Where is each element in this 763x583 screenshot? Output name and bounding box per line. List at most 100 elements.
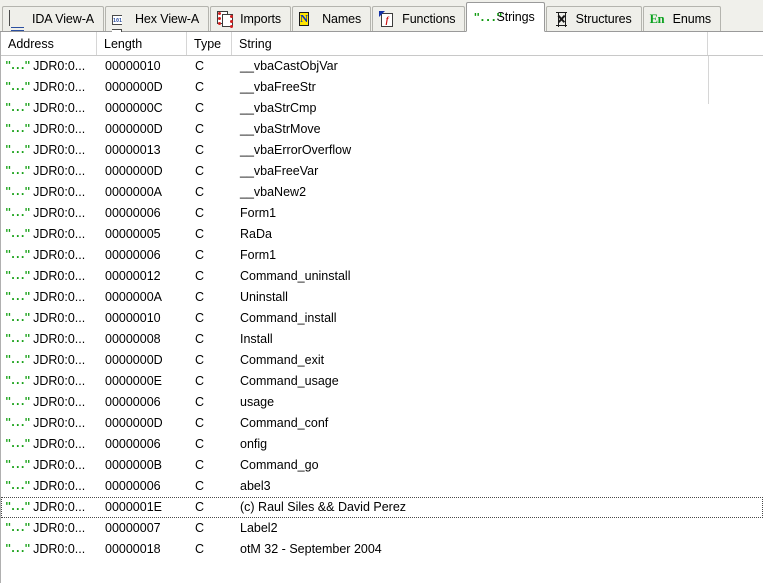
- table-row[interactable]: "..." JDR0:0... 0000000D C __vbaStrMove: [1, 119, 763, 140]
- cell-string: Command_usage: [240, 374, 339, 388]
- table-row[interactable]: "..." JDR0:0... 00000013 C __vbaErrorOverflo…: [1, 140, 763, 161]
- cell-type: C: [195, 101, 205, 115]
- table-row[interactable]: "..." JDR0:0... 00000006 Cusage: [1, 392, 763, 413]
- structures-icon: [553, 11, 570, 28]
- address-text: JDR0:0...: [33, 311, 86, 325]
- cell-length: 00000013: [105, 143, 161, 157]
- address-text: JDR0:0...: [33, 332, 86, 346]
- table-row[interactable]: "..." JDR0:0... 00000007 C Label2: [1, 518, 763, 539]
- column-header-address[interactable]: Address: [1, 32, 97, 55]
- table-row[interactable]: "..." JDR0:0... 0000001E C (c) Raul Siles &&…: [1, 497, 763, 518]
- table-row[interactable]: "..." JDR0:0... 00000008 C Install: [1, 329, 763, 350]
- cell-type: C: [195, 143, 205, 157]
- cell-address: "..." JDR0:0...: [2, 267, 98, 286]
- tab-imports[interactable]: Imports: [210, 6, 292, 31]
- cell-string: abel3: [240, 479, 271, 493]
- cell-length: 00000018: [105, 542, 161, 556]
- cell-string: Command_install: [240, 311, 337, 325]
- table-row[interactable]: "..." JDR0:0... 0000000D C __vbaFreeStr: [1, 77, 763, 98]
- cell-length: 00000010: [105, 59, 161, 73]
- string-quote-icon: "...": [5, 438, 31, 450]
- cell-address: "..." JDR0:0...: [2, 162, 98, 181]
- tab-strings[interactable]: "..." Strings: [466, 2, 545, 32]
- column-header-string[interactable]: String: [232, 32, 708, 55]
- table-header: Address Length Type String: [1, 32, 763, 56]
- address-text: JDR0:0...: [33, 143, 86, 157]
- address-text: JDR0:0...: [33, 101, 86, 115]
- cell-length: 0000000D: [105, 164, 163, 178]
- cell-length: 00000012: [105, 269, 161, 283]
- cell-length: 00000007: [105, 521, 161, 535]
- cell-address: "..." JDR0:0...: [2, 477, 98, 496]
- string-quote-icon: "...": [5, 417, 31, 429]
- table-row[interactable]: "..." JDR0:0... 00000006 C Form1: [1, 245, 763, 266]
- cell-length: 0000000A: [105, 290, 163, 304]
- cell-length: 0000000D: [105, 122, 163, 136]
- table-row[interactable]: "..." JDR0:0... 00000006 Cabel3: [1, 476, 763, 497]
- cell-length: 0000000B: [105, 458, 163, 472]
- tab-enums[interactable]: En Enums: [642, 6, 722, 31]
- view-tab-strip: IDA View-A 101011 Hex View-A Imports N N…: [0, 0, 763, 55]
- cell-type: C: [195, 332, 205, 346]
- cell-address: "..." JDR0:0...: [2, 183, 98, 202]
- names-n-icon: N: [299, 11, 310, 26]
- cell-address: "..." JDR0:0...: [2, 498, 98, 517]
- address-text: JDR0:0...: [33, 80, 86, 94]
- column-header-type[interactable]: Type: [187, 32, 232, 55]
- imports-icon: [217, 10, 234, 28]
- string-quote-icon: "...": [5, 123, 31, 135]
- cell-string: __vbaCastObjVar: [240, 59, 338, 73]
- string-quote-icon: "...": [5, 144, 31, 156]
- strings-list-panel: Address Length Type String "..." JDR0:0..…: [0, 32, 763, 583]
- table-row[interactable]: "..." JDR0:0... 00000005 C RaDa: [1, 224, 763, 245]
- table-row[interactable]: "..." JDR0:0... 0000000D C __vbaFreeVar: [1, 161, 763, 182]
- string-quote-icon: "...": [5, 396, 31, 408]
- string-column-divider: [708, 56, 709, 104]
- table-row[interactable]: "..." JDR0:0... 0000000D C Command_exit: [1, 350, 763, 371]
- column-header-length[interactable]: Length: [97, 32, 187, 55]
- table-row[interactable]: "..." JDR0:0... 0000000A C __vbaNew2: [1, 182, 763, 203]
- cell-address: "..." JDR0:0...: [2, 120, 98, 139]
- cell-length: 00000010: [105, 311, 161, 325]
- table-row[interactable]: "..." JDR0:0... 0000000C C __vbaStrCmp: [1, 98, 763, 119]
- table-row[interactable]: "..." JDR0:0... 00000010 C Command_install: [1, 308, 763, 329]
- cell-address: "..." JDR0:0...: [2, 435, 98, 454]
- table-row[interactable]: "..." JDR0:0... 00000010 C __vbaCastObjVar: [1, 56, 763, 77]
- tab-structures[interactable]: Structures: [545, 6, 642, 31]
- tab-hex-view-a[interactable]: 101011 Hex View-A: [105, 6, 210, 39]
- tab-names[interactable]: N Names: [292, 6, 372, 31]
- document-page-icon: [9, 9, 26, 55]
- address-text: JDR0:0...: [33, 206, 86, 220]
- string-quote-icon: "...": [5, 480, 31, 492]
- cell-address: "..." JDR0:0...: [2, 519, 98, 538]
- cell-string: Command_conf: [240, 416, 329, 430]
- table-row[interactable]: "..." JDR0:0... 00000012 C Command_uninstall: [1, 266, 763, 287]
- table-row[interactable]: "..." JDR0:0... 0000000A C Uninstall: [1, 287, 763, 308]
- string-quote-icon: "...": [5, 291, 31, 303]
- cell-type: C: [195, 122, 205, 136]
- string-quote-icon: "...": [5, 459, 31, 471]
- cell-string: __vbaFreeStr: [240, 80, 316, 94]
- address-text: JDR0:0...: [33, 269, 86, 283]
- cell-address: "..." JDR0:0...: [2, 414, 98, 433]
- table-row[interactable]: "..." JDR0:0... 0000000B C Command_go: [1, 455, 763, 476]
- address-text: JDR0:0...: [33, 353, 86, 367]
- table-row[interactable]: "..." JDR0:0... 0000000D C Command_conf: [1, 413, 763, 434]
- table-row[interactable]: "..." JDR0:0... 0000000E C Command_usage: [1, 371, 763, 392]
- tab-label: Strings: [496, 9, 535, 24]
- table-row[interactable]: "..." JDR0:0... 00000006 C Form1: [1, 203, 763, 224]
- tab-functions[interactable]: f Functions: [372, 6, 466, 31]
- cell-address: "..." JDR0:0...: [2, 540, 98, 559]
- cell-string: Uninstall: [240, 290, 288, 304]
- address-text: JDR0:0...: [33, 122, 86, 136]
- cell-type: C: [195, 521, 205, 535]
- address-text: JDR0:0...: [33, 458, 86, 472]
- tab-label: Enums: [672, 11, 712, 26]
- string-quote-icon: "...": [5, 312, 31, 324]
- cell-type: C: [195, 227, 205, 241]
- address-text: JDR0:0...: [33, 290, 86, 304]
- cell-length: 0000000D: [105, 416, 163, 430]
- table-row[interactable]: "..." JDR0:0... 00000018 CotM 32 - Septembe…: [1, 539, 763, 560]
- tab-ida-view-a[interactable]: IDA View-A: [2, 6, 104, 55]
- table-row[interactable]: "..." JDR0:0... 00000006 Config: [1, 434, 763, 455]
